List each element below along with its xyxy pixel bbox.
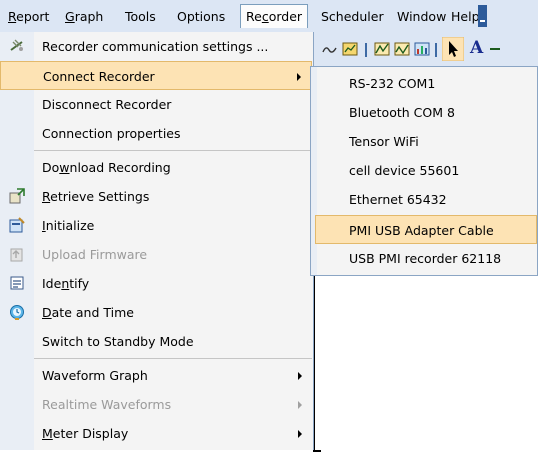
label-part: etrieve Settings	[50, 189, 150, 204]
menu-item-identify[interactable]: Identify	[0, 269, 312, 298]
meter-icon[interactable]	[414, 41, 430, 57]
document-window-frame	[313, 262, 321, 452]
menu-item-label: Retrieve Settings	[42, 182, 149, 211]
mnemonic: M	[42, 426, 53, 441]
connect-recorder-submenu: RS-232 COM1 Bluetooth COM 8 Tensor WiFi …	[310, 66, 538, 276]
label-part: ate and Time	[51, 305, 134, 320]
menu-item-label: Connection properties	[42, 126, 181, 141]
submenu-item-label: Bluetooth COM 8	[349, 105, 455, 120]
submenu-arrow-icon	[298, 401, 302, 409]
pointer-icon[interactable]	[442, 37, 464, 61]
menu-item-label: Date and Time	[42, 298, 134, 327]
menu-options[interactable]: Options	[177, 8, 225, 26]
menu-item-standby-mode[interactable]: Switch to Standby Mode	[0, 327, 312, 356]
menu-report-label: eport	[16, 9, 50, 24]
submenu-arrow-icon	[298, 372, 302, 380]
menu-item-label: Initialize	[42, 211, 94, 240]
menu-graph-label: raph	[74, 9, 104, 24]
menu-item-upload-firmware: Upload Firmware	[0, 240, 312, 269]
submenu-item-bluetooth[interactable]: Bluetooth COM 8	[311, 98, 537, 127]
menu-item-communication-settings[interactable]: Recorder communication settings ...	[0, 32, 312, 61]
menu-item-disconnect-recorder[interactable]: Disconnect Recorder	[0, 90, 312, 119]
menu-item-download-recording[interactable]: Download Recording	[0, 153, 312, 182]
menu-item-connection-properties[interactable]: Connection properties	[0, 119, 312, 148]
label-part: tify	[69, 276, 90, 291]
menu-tools[interactable]: Tools	[125, 8, 156, 26]
menu-item-label: Identify	[42, 269, 89, 298]
menu-bar: Report Graph Tools Options Recorder Sche…	[0, 0, 538, 32]
menu-divider	[34, 358, 312, 359]
clock-icon	[10, 305, 24, 320]
menu-item-waveform-graph[interactable]: Waveform Graph	[0, 361, 312, 390]
initialize-icon	[9, 217, 25, 233]
menu-report[interactable]: Report	[8, 8, 49, 26]
antenna-icon	[10, 39, 23, 51]
chart-icon[interactable]	[342, 41, 358, 57]
upload-icon	[10, 248, 23, 262]
menu-recorder[interactable]: Recorder	[240, 4, 309, 28]
menu-item-retrieve-settings[interactable]: Retrieve Settings	[0, 182, 312, 211]
toolbar-separator	[433, 43, 439, 57]
recorder-menu: Recorder communication settings ... Conn…	[0, 32, 314, 450]
line-icon[interactable]	[490, 48, 500, 50]
menu-item-connect-recorder[interactable]: Connect Recorder	[0, 61, 312, 90]
label-part: Do	[42, 160, 60, 175]
submenu-item-label: RS-232 COM1	[349, 76, 436, 91]
submenu-item-rs232[interactable]: RS-232 COM1	[311, 69, 537, 98]
graph-icon[interactable]	[374, 41, 390, 57]
mnemonic: R	[42, 189, 51, 204]
menu-item-label: Disconnect Recorder	[42, 97, 172, 112]
curve-icon[interactable]	[322, 41, 338, 57]
graph-icon[interactable]	[394, 41, 410, 57]
menu-item-initialize[interactable]: Initialize	[0, 211, 312, 240]
menu-report-mnemonic: R	[8, 9, 17, 24]
menu-item-label: Recorder communication settings ...	[42, 39, 269, 54]
menu-graph-mnemonic: G	[65, 9, 75, 24]
submenu-item-label: Ethernet 65432	[349, 192, 447, 207]
submenu-arrow-icon	[297, 73, 301, 81]
submenu-item-label: Tensor WiFi	[349, 134, 419, 149]
submenu-arrow-icon	[298, 430, 302, 438]
label-part: nitialize	[45, 218, 95, 233]
submenu-item-label: PMI USB Adapter Cable	[349, 223, 494, 238]
menu-graph[interactable]: Graph	[65, 8, 103, 26]
menu-recorder-label-b: order	[268, 9, 303, 24]
submenu-item-pmi-usb-adapter[interactable]: PMI USB Adapter Cable	[315, 215, 537, 244]
menu-item-label: Connect Recorder	[43, 69, 155, 84]
mnemonic: D	[42, 305, 52, 320]
menu-item-label: Upload Firmware	[42, 247, 148, 262]
menu-item-label: Waveform Graph	[42, 368, 148, 383]
label-part: eter Display	[52, 426, 129, 441]
menu-scheduler[interactable]: Scheduler	[321, 8, 384, 26]
text-icon[interactable]: A	[470, 39, 486, 57]
toolbar: A	[310, 32, 538, 66]
submenu-item-tensor-wifi[interactable]: Tensor WiFi	[311, 127, 537, 156]
toolbar-overflow-grip[interactable]	[478, 5, 487, 27]
menu-item-label: Realtime Waveforms	[42, 397, 172, 412]
label-part: Ide	[42, 276, 62, 291]
menu-help[interactable]: Help	[451, 8, 480, 26]
identify-icon	[10, 276, 24, 290]
label-part: nload Recording	[69, 160, 171, 175]
menu-recorder-label-a: Re	[246, 9, 262, 24]
menu-item-date-and-time[interactable]: Date and Time	[0, 298, 312, 327]
menu-recorder-mnemonic: c	[261, 9, 269, 24]
submenu-item-label: USB PMI recorder 62118	[349, 251, 502, 266]
menu-window[interactable]: Window	[397, 8, 446, 26]
menu-item-label: Download Recording	[42, 153, 171, 182]
menu-item-label: Meter Display	[42, 419, 128, 448]
toolbar-separator	[363, 43, 369, 57]
menu-item-meter-display[interactable]: Meter Display	[0, 419, 312, 448]
submenu-item-cell-device[interactable]: cell device 55601	[311, 156, 537, 185]
retrieve-icon	[9, 188, 25, 204]
submenu-item-label: cell device 55601	[349, 163, 460, 178]
menu-divider	[34, 150, 312, 151]
mnemonic: w	[59, 160, 70, 175]
menu-item-realtime-waveforms: Realtime Waveforms	[0, 390, 312, 419]
submenu-item-ethernet[interactable]: Ethernet 65432	[311, 185, 537, 214]
submenu-item-usb-pmi-recorder[interactable]: USB PMI recorder 62118	[311, 244, 537, 273]
menu-item-label: Switch to Standby Mode	[42, 334, 194, 349]
